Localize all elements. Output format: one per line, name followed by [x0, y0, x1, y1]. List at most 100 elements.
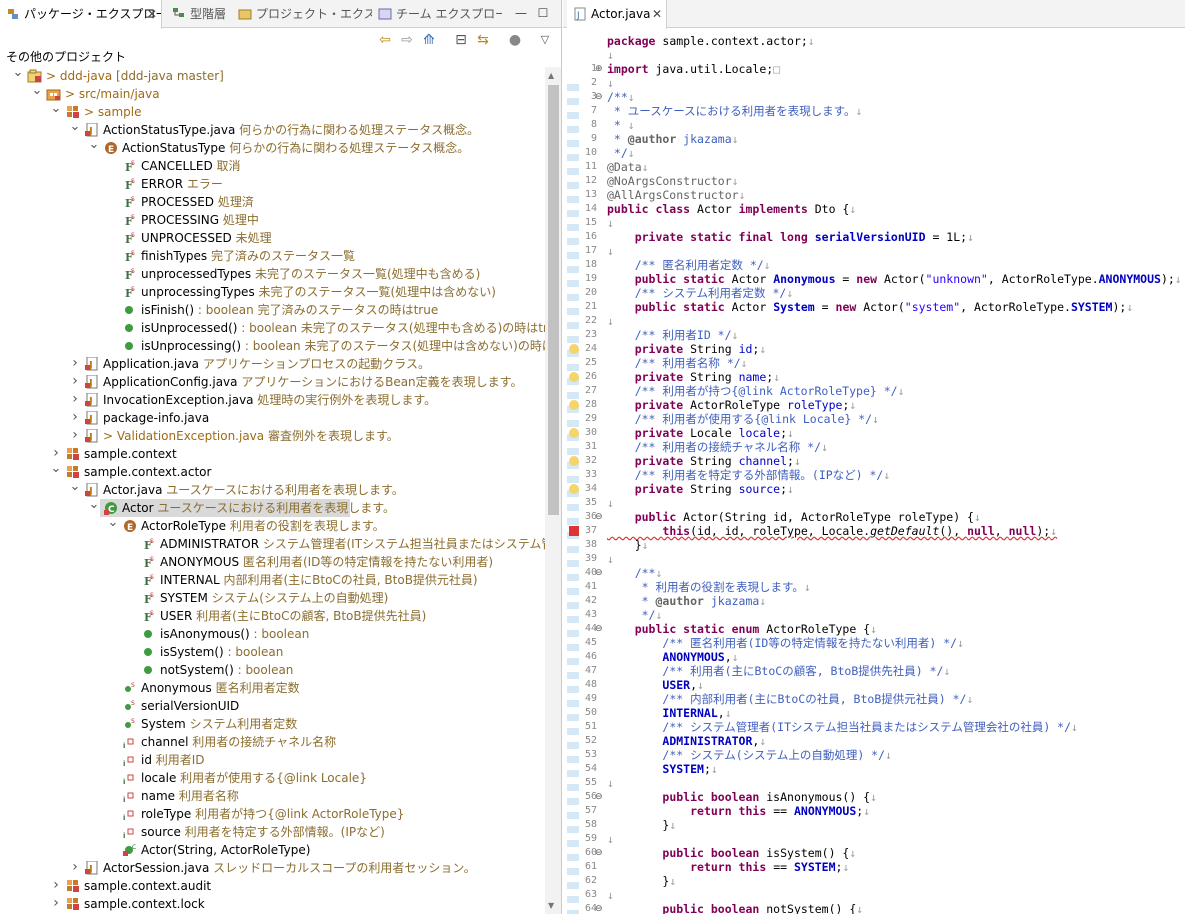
- tree-row[interactable]: isUnprocessing() : boolean 未完了のステータス(処理中…: [0, 337, 545, 355]
- scroll-down-icon[interactable]: ▼: [548, 901, 554, 910]
- code-line[interactable]: ↓: [607, 496, 614, 510]
- code-line[interactable]: INTERNAL,↓: [607, 706, 731, 720]
- tree-row[interactable]: F SunprocessingTypes 未完了のステータス一覧(処理中は含めない…: [0, 283, 545, 301]
- code-line[interactable]: }↓: [607, 818, 676, 832]
- expand-fold-icon[interactable]: ⊕: [595, 62, 604, 76]
- code-line[interactable]: public boolean isAnonymous() {↓: [607, 790, 877, 804]
- back-arrow-icon[interactable]: ⇦: [376, 31, 394, 49]
- close-icon[interactable]: ✕: [147, 0, 157, 28]
- code-line[interactable]: /** システム利用者定数 */↓: [607, 286, 794, 300]
- tree-row[interactable]: ⌄ E ActorRoleType 利用者の役割を表現します。: [0, 516, 545, 535]
- warning-marker-icon[interactable]: [569, 372, 579, 382]
- code-line[interactable]: /** 利用者が使用する{@link Locale} */↓: [607, 412, 879, 426]
- tree-row[interactable]: i channel 利用者の接続チャネル名称: [0, 733, 545, 751]
- collapse-fold-icon[interactable]: ⊖: [595, 90, 604, 104]
- tree-row[interactable]: ⌄ > src/main/java: [0, 84, 545, 103]
- code-line[interactable]: ↓: [607, 216, 614, 230]
- tree-row[interactable]: isUnprocessed() : boolean 未完了のステータス(処理中も…: [0, 319, 545, 337]
- code-line[interactable]: private Locale locale;↓: [607, 426, 794, 440]
- code-line[interactable]: public static Actor Anonymous = new Acto…: [607, 272, 1182, 286]
- code-line[interactable]: ANONYMOUS,↓: [607, 650, 738, 664]
- tree-row[interactable]: SserialVersionUID: [0, 697, 545, 715]
- code-line[interactable]: ↓: [607, 314, 614, 328]
- code-line[interactable]: /** 利用者(主にBtoCの顧客, BtoB提供先社員) */↓: [607, 664, 950, 678]
- chevron-down-icon[interactable]: ⌄: [50, 462, 62, 481]
- tab-project-explorer[interactable]: プロジェクト・エクスプロ...: [232, 0, 372, 28]
- chevron-down-icon[interactable]: ⌄: [50, 102, 62, 121]
- chevron-down-icon[interactable]: ⌄: [88, 498, 100, 517]
- close-icon[interactable]: ✕: [652, 0, 662, 28]
- code-line[interactable]: * @author jkazama↓: [607, 132, 739, 146]
- code-line[interactable]: public Actor(String id, ActorRoleType ro…: [607, 510, 981, 524]
- tab-package-explorer[interactable]: パッケージ・エクスプローラー ✕: [0, 0, 162, 29]
- code-line[interactable]: }↓: [607, 538, 649, 552]
- code-line[interactable]: ↓: [607, 48, 614, 62]
- warning-marker-icon[interactable]: [569, 428, 579, 438]
- code-line[interactable]: SYSTEM;↓: [607, 762, 717, 776]
- code-line[interactable]: private static final long serialVersionU…: [607, 230, 974, 244]
- scrollbar-thumb[interactable]: [548, 85, 559, 515]
- tree-row[interactable]: › Jpackage-info.java: [0, 409, 545, 427]
- minimize-icon[interactable]: —: [514, 6, 528, 20]
- tree-row[interactable]: F S USER 利用者(主にBtoCの顧客, BtoB提供先社員): [0, 607, 545, 625]
- tree-row[interactable]: notSystem() : boolean: [0, 661, 545, 679]
- chevron-right-icon[interactable]: ›: [69, 391, 81, 409]
- tree-row[interactable]: isFinish() : boolean 完了済みのステータスの時はtrue: [0, 301, 545, 319]
- warning-marker-icon[interactable]: [569, 344, 579, 354]
- tree-row[interactable]: › J > ValidationException.java 審査例外を表現します。: [0, 427, 545, 445]
- code-line[interactable]: /** 内部利用者(主にBtoCの社員, BtoB提供元社員) */↓: [607, 692, 973, 706]
- tree-row[interactable]: › sample.context.lock: [0, 895, 545, 913]
- code-line[interactable]: private String source;↓: [607, 482, 794, 496]
- code-line[interactable]: return this == SYSTEM;↓: [607, 860, 849, 874]
- tree-row[interactable]: i locale 利用者が使用する{@link Locale}: [0, 769, 545, 787]
- code-line[interactable]: /** 利用者名称 */↓: [607, 356, 748, 370]
- code-line[interactable]: package sample.context.actor;↓: [607, 34, 815, 48]
- tree-row[interactable]: S Anonymous 匿名利用者定数: [0, 679, 545, 697]
- warning-marker-icon[interactable]: [569, 400, 579, 410]
- code-line[interactable]: /** 利用者が持つ{@link ActorRoleType} */↓: [607, 384, 905, 398]
- tree-row[interactable]: i source 利用者を特定する外部情報。(IPなど): [0, 823, 545, 841]
- code-line[interactable]: /** 利用者を特定する外部情報。(IPなど) */↓: [607, 468, 891, 482]
- tree-row[interactable]: › J Application.java アプリケーションプロセスの起動クラス。: [0, 355, 545, 373]
- tree-row[interactable]: › J ApplicationConfig.java アプリケーションにおけるBea…: [0, 373, 545, 391]
- tree-row[interactable]: F S ERROR エラー: [0, 175, 545, 193]
- link-with-editor-icon[interactable]: ⇆: [474, 31, 492, 49]
- collapse-fold-icon[interactable]: ⊖: [595, 790, 604, 804]
- code-line[interactable]: this(id, id, roleType, Locale.getDefault…: [607, 524, 1057, 538]
- chevron-right-icon[interactable]: ›: [69, 409, 81, 427]
- warning-marker-icon[interactable]: [569, 456, 579, 466]
- code-line[interactable]: public static enum ActorRoleType {↓: [607, 622, 877, 636]
- collapse-fold-icon[interactable]: ⊖: [595, 846, 604, 860]
- code-line[interactable]: ↓: [607, 888, 614, 902]
- chevron-down-icon[interactable]: ⌄: [88, 138, 100, 157]
- code-line[interactable]: private String channel;↓: [607, 454, 801, 468]
- chevron-right-icon[interactable]: ›: [69, 355, 81, 373]
- collapse-all-icon[interactable]: ⊟: [452, 31, 470, 49]
- chevron-right-icon[interactable]: ›: [69, 427, 81, 445]
- code-line[interactable]: @Data↓: [607, 160, 649, 174]
- code-line[interactable]: }↓: [607, 874, 676, 888]
- maximize-icon[interactable]: ☐: [536, 6, 550, 20]
- tree-row[interactable]: F S ANONYMOUS 匿名利用者(ID等の特定情報を持たない利用者): [0, 553, 545, 571]
- code-line[interactable]: ADMINISTRATOR,↓: [607, 734, 766, 748]
- tree-row[interactable]: i name 利用者名称: [0, 787, 545, 805]
- code-line[interactable]: private String name;↓: [607, 370, 780, 384]
- tree-row[interactable]: C Actor(String, ActorRoleType): [0, 841, 545, 859]
- code-line[interactable]: */↓: [607, 146, 635, 160]
- code-line[interactable]: /**↓: [607, 566, 663, 580]
- code-line[interactable]: public class Actor implements Dto {↓: [607, 202, 856, 216]
- chevron-down-icon[interactable]: ⌄: [31, 84, 43, 103]
- tab-actor-java[interactable]: J Actor.java ✕: [567, 0, 667, 29]
- tree-row[interactable]: F S UNPROCESSED 未処理: [0, 229, 545, 247]
- tree-row[interactable]: i roleType 利用者が持つ{@link ActorRoleType}: [0, 805, 545, 823]
- code-line[interactable]: /**↓: [607, 90, 635, 104]
- collapse-fold-icon[interactable]: ⊖: [595, 622, 604, 636]
- code-line[interactable]: ↓: [607, 76, 614, 90]
- code-line[interactable]: public boolean isSystem() {↓: [607, 846, 856, 860]
- code-line[interactable]: ↓: [607, 832, 614, 846]
- chevron-right-icon[interactable]: ›: [50, 877, 62, 895]
- error-marker-icon[interactable]: [569, 526, 579, 536]
- chevron-down-icon[interactable]: ⌄: [107, 516, 119, 535]
- tree-row[interactable]: F S INTERNAL 内部利用者(主にBtoCの社員, BtoB提供元社員): [0, 571, 545, 589]
- collapse-fold-icon[interactable]: ⊖: [595, 902, 604, 914]
